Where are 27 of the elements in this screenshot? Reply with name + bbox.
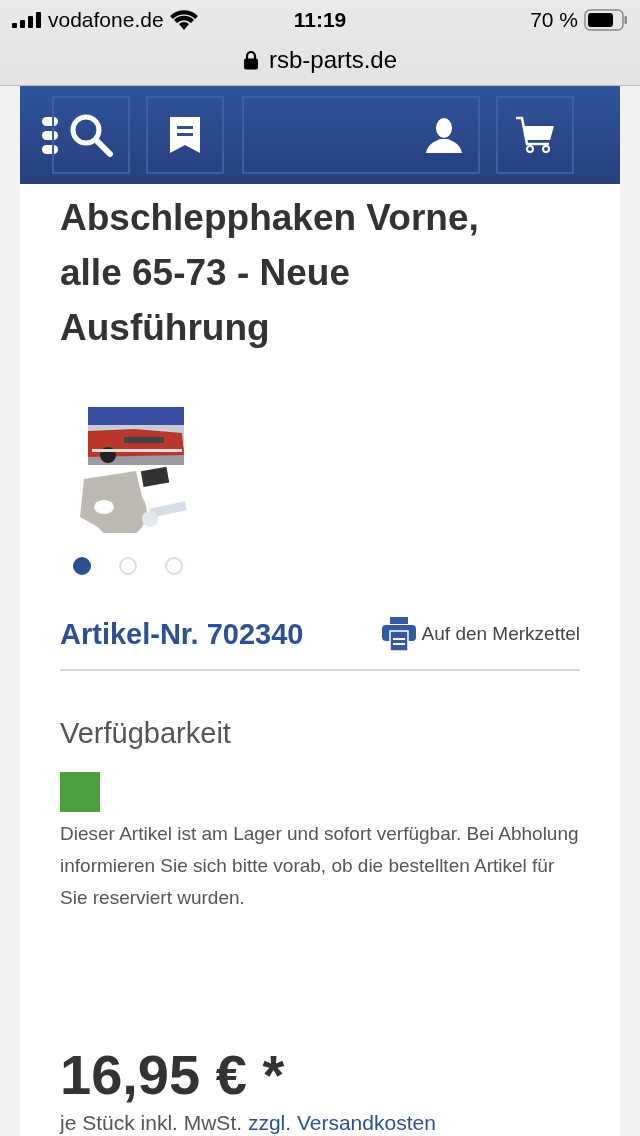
cart-button[interactable] bbox=[496, 96, 574, 174]
clock-time: 11:19 bbox=[293, 8, 347, 32]
account-button[interactable] bbox=[242, 96, 480, 174]
menu-icon[interactable] bbox=[42, 115, 58, 155]
person-icon bbox=[426, 117, 462, 153]
carousel-dot[interactable] bbox=[73, 557, 91, 575]
search-button[interactable] bbox=[52, 96, 130, 174]
availability-text: Dieser Artikel ist am Lager und sofort verfügbar. Bei Abholung informieren Sie sich bitte vorab, ob die bestellten Artikel für Sie reserviert wurden. bbox=[60, 822, 580, 910]
wifi-icon bbox=[169, 10, 198, 30]
price-note: je Stück inkl. MwSt. zzgl. Versandkosten bbox=[60, 1111, 437, 1135]
search-icon bbox=[68, 112, 114, 158]
battery-percentage: 70 % bbox=[530, 8, 578, 32]
signal-icon bbox=[12, 12, 42, 28]
shipping-link[interactable]: zzgl. Versandkosten bbox=[247, 1111, 436, 1134]
wishlist-button[interactable] bbox=[146, 96, 224, 174]
lock-icon bbox=[242, 50, 259, 70]
price: 16,95 € * bbox=[60, 1042, 286, 1107]
availability-heading: Verfügbarkeit bbox=[60, 717, 232, 750]
url-text[interactable]: rsb-parts.de bbox=[268, 46, 398, 74]
wishlist-link[interactable]: Auf den Merkzettel bbox=[381, 617, 580, 651]
printer-icon bbox=[381, 617, 416, 651]
bookmark-icon bbox=[170, 117, 200, 153]
article-number: Artikel-Nr. 702340 bbox=[60, 617, 304, 651]
product-title: Abschlepphaken Vorne, alle 65-73 - Neue Ausführung bbox=[60, 196, 480, 350]
carrier-name: vodafone.de bbox=[48, 8, 164, 32]
cart-icon bbox=[515, 116, 555, 154]
battery-icon bbox=[584, 9, 628, 31]
